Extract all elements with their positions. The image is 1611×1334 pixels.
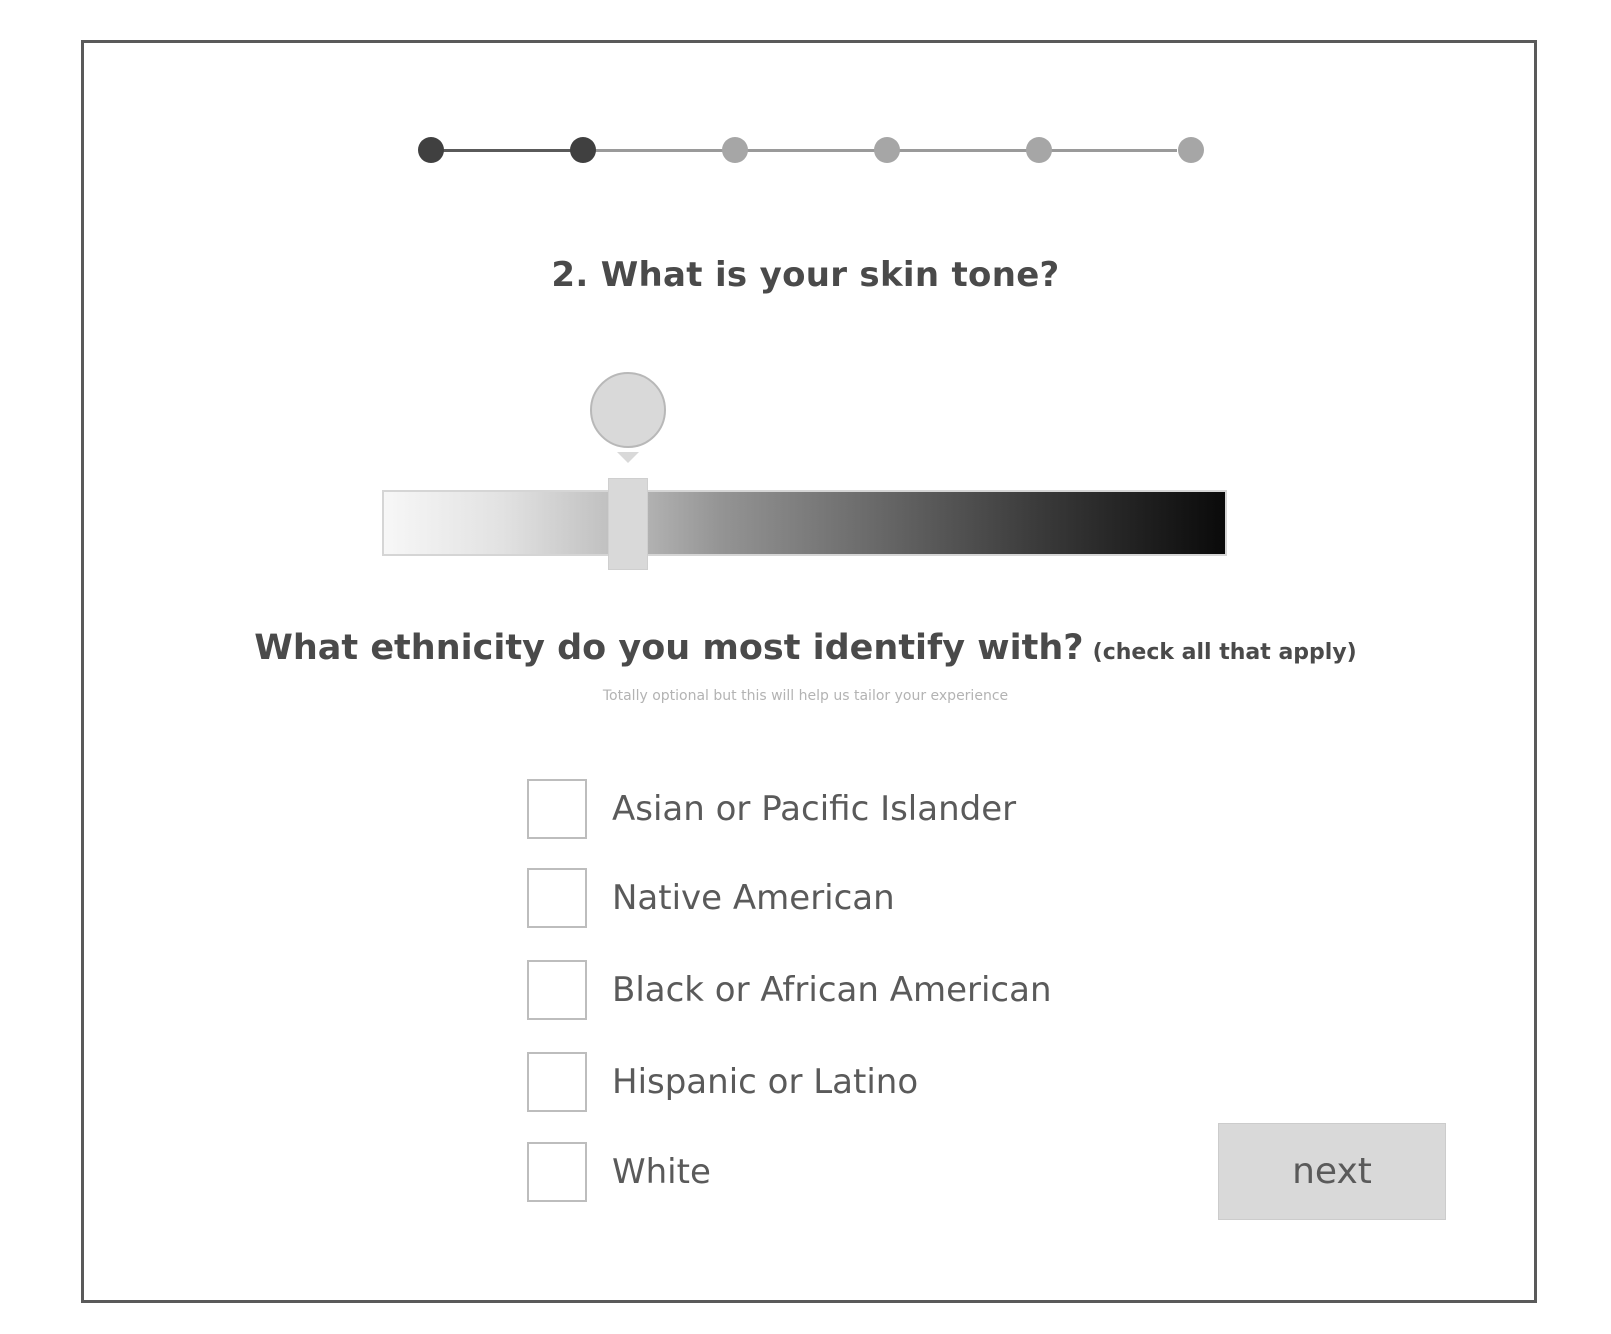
ethnicity-title: What ethnicity do you most identify with… bbox=[254, 628, 1084, 668]
checkbox[interactable] bbox=[527, 779, 587, 839]
step-1-dot bbox=[418, 137, 444, 163]
checkbox[interactable] bbox=[527, 1142, 587, 1202]
step-2-dot bbox=[570, 137, 596, 163]
tone-preview-pointer bbox=[617, 452, 639, 463]
option-label: White bbox=[612, 1152, 711, 1192]
option-label: Black or African American bbox=[612, 970, 1052, 1010]
ethnicity-hint: (check all that apply) bbox=[1092, 640, 1357, 665]
option-asian-pacific-islander[interactable]: Asian or Pacific Islander bbox=[527, 777, 1016, 841]
skin-tone-slider[interactable] bbox=[382, 490, 1227, 556]
checkbox[interactable] bbox=[527, 1052, 587, 1112]
checkbox[interactable] bbox=[527, 868, 587, 928]
option-native-american[interactable]: Native American bbox=[527, 866, 895, 930]
ethnicity-note: Totally optional but this will help us t… bbox=[602, 688, 1009, 704]
option-label: Asian or Pacific Islander bbox=[612, 789, 1017, 829]
next-button[interactable]: next bbox=[1218, 1123, 1446, 1220]
option-label: Hispanic or Latino bbox=[612, 1062, 919, 1102]
option-label: Native American bbox=[612, 878, 895, 918]
step-4-dot bbox=[874, 137, 900, 163]
selected-tone-preview bbox=[590, 372, 666, 448]
option-black-african-american[interactable]: Black or African American bbox=[527, 958, 1052, 1022]
skin-tone-slider-handle[interactable] bbox=[608, 478, 648, 570]
step-3-dot bbox=[722, 137, 748, 163]
step-5-dot bbox=[1026, 137, 1052, 163]
step-6-dot bbox=[1178, 137, 1204, 163]
option-white[interactable]: White bbox=[527, 1140, 711, 1204]
progress-stepper bbox=[418, 137, 1204, 163]
checkbox[interactable] bbox=[527, 960, 587, 1020]
option-hispanic-latino[interactable]: Hispanic or Latino bbox=[527, 1050, 918, 1114]
question-title: 2. What is your skin tone? bbox=[551, 255, 1060, 295]
stepper-connector bbox=[431, 149, 583, 152]
ethnicity-heading: What ethnicity do you most identify with… bbox=[0, 628, 1611, 668]
